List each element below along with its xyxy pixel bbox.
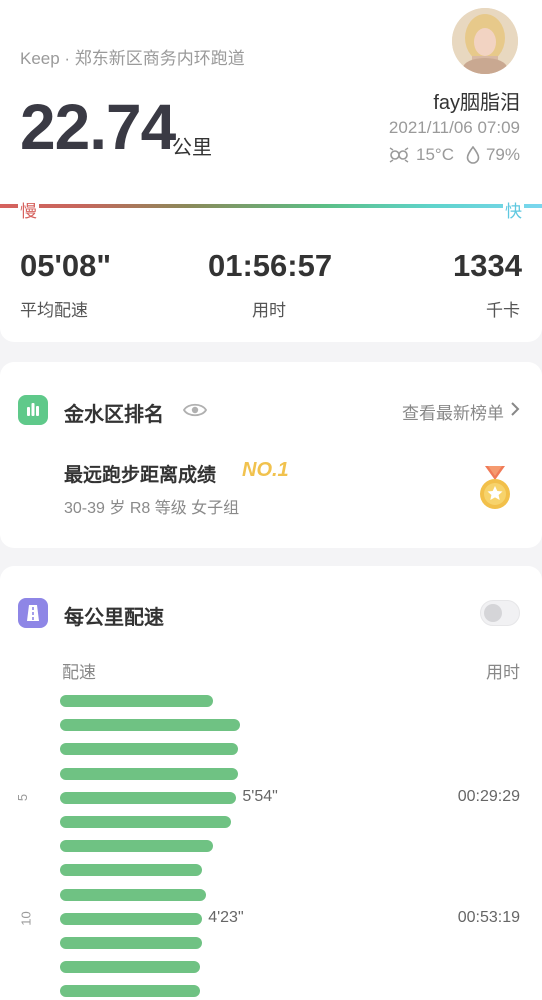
- distance-value: 22.74: [20, 91, 176, 163]
- distance-unit: 公里: [172, 137, 212, 159]
- rank-badge: NO.1: [242, 459, 289, 481]
- toggle-knob: [484, 604, 502, 622]
- source-label: Keep · 郑东新区商务内环跑道: [20, 49, 245, 68]
- ranking-card: [0, 362, 542, 548]
- split-bar: [60, 937, 203, 949]
- split-bar: [60, 767, 239, 780]
- split-bar: [60, 888, 206, 901]
- split-bar: [60, 719, 240, 732]
- calories-label: 千卡: [486, 301, 520, 320]
- ranking-title: 金水区排名: [64, 404, 164, 426]
- avg-pace-value: 05'08": [20, 248, 112, 283]
- split-bar: [60, 985, 201, 998]
- time-column-header: 用时: [486, 663, 520, 682]
- avatar[interactable]: [452, 8, 518, 74]
- road-icon: [18, 598, 48, 628]
- summary-card: Keep · 郑东新区商务内环跑道 22.74 公里 fay胭脂泪 2021/1…: [0, 0, 542, 342]
- split-bar: [60, 816, 231, 828]
- username[interactable]: fay胭脂泪: [433, 86, 520, 115]
- temperature: 15°C: [415, 145, 454, 164]
- splits-toggle[interactable]: [480, 600, 520, 626]
- split-bar: [60, 840, 213, 853]
- split-bar: [60, 864, 203, 877]
- pace-gradient-bar: [0, 204, 542, 208]
- split-bar: [60, 961, 201, 974]
- split-bar: [60, 743, 239, 756]
- split-bar: [60, 695, 213, 707]
- weather-icon: [388, 146, 410, 164]
- avatar-image: [452, 8, 518, 74]
- duration-label: 用时: [252, 301, 286, 320]
- view-leaderboard-link[interactable]: 查看最新榜单: [402, 399, 520, 424]
- humidity: 79%: [485, 145, 520, 164]
- split-bar: [60, 912, 203, 925]
- split-pace-label: 4'23": [208, 908, 244, 926]
- achievement-subtitle: 30-39 岁 R8 等级 女子组: [64, 500, 240, 517]
- splits-title: 每公里配速: [64, 607, 164, 629]
- chevron-right-icon: [510, 401, 520, 422]
- eye-icon[interactable]: [182, 400, 208, 425]
- water-drop-icon: [466, 146, 480, 164]
- pace-column-header: 配速: [62, 663, 96, 682]
- split-time-label: 00:29:29: [457, 787, 520, 805]
- duration-value: 01:56:57: [208, 248, 333, 283]
- splits-card: [0, 566, 542, 1000]
- split-bar: [60, 791, 237, 804]
- split-pace-label: 5'54": [242, 787, 278, 805]
- bar-chart-icon: [18, 395, 48, 425]
- achievement-title: 最远跑步距离成绩: [64, 465, 217, 486]
- km-marker: 5: [15, 793, 31, 801]
- split-time-label: 00:53:19: [457, 908, 520, 926]
- km-marker: 10: [18, 911, 34, 926]
- avg-pace-label: 平均配速: [20, 301, 88, 320]
- calories-value: 1334: [453, 248, 522, 283]
- run-datetime: 2021/11/06 07:09: [388, 118, 520, 137]
- slow-label: 慢: [18, 197, 39, 222]
- view-leaderboard-label: 查看最新榜单: [402, 404, 504, 423]
- weather-info: 15°C 79%: [388, 145, 520, 165]
- fast-label: 快: [503, 197, 524, 222]
- medal-icon: [476, 464, 514, 517]
